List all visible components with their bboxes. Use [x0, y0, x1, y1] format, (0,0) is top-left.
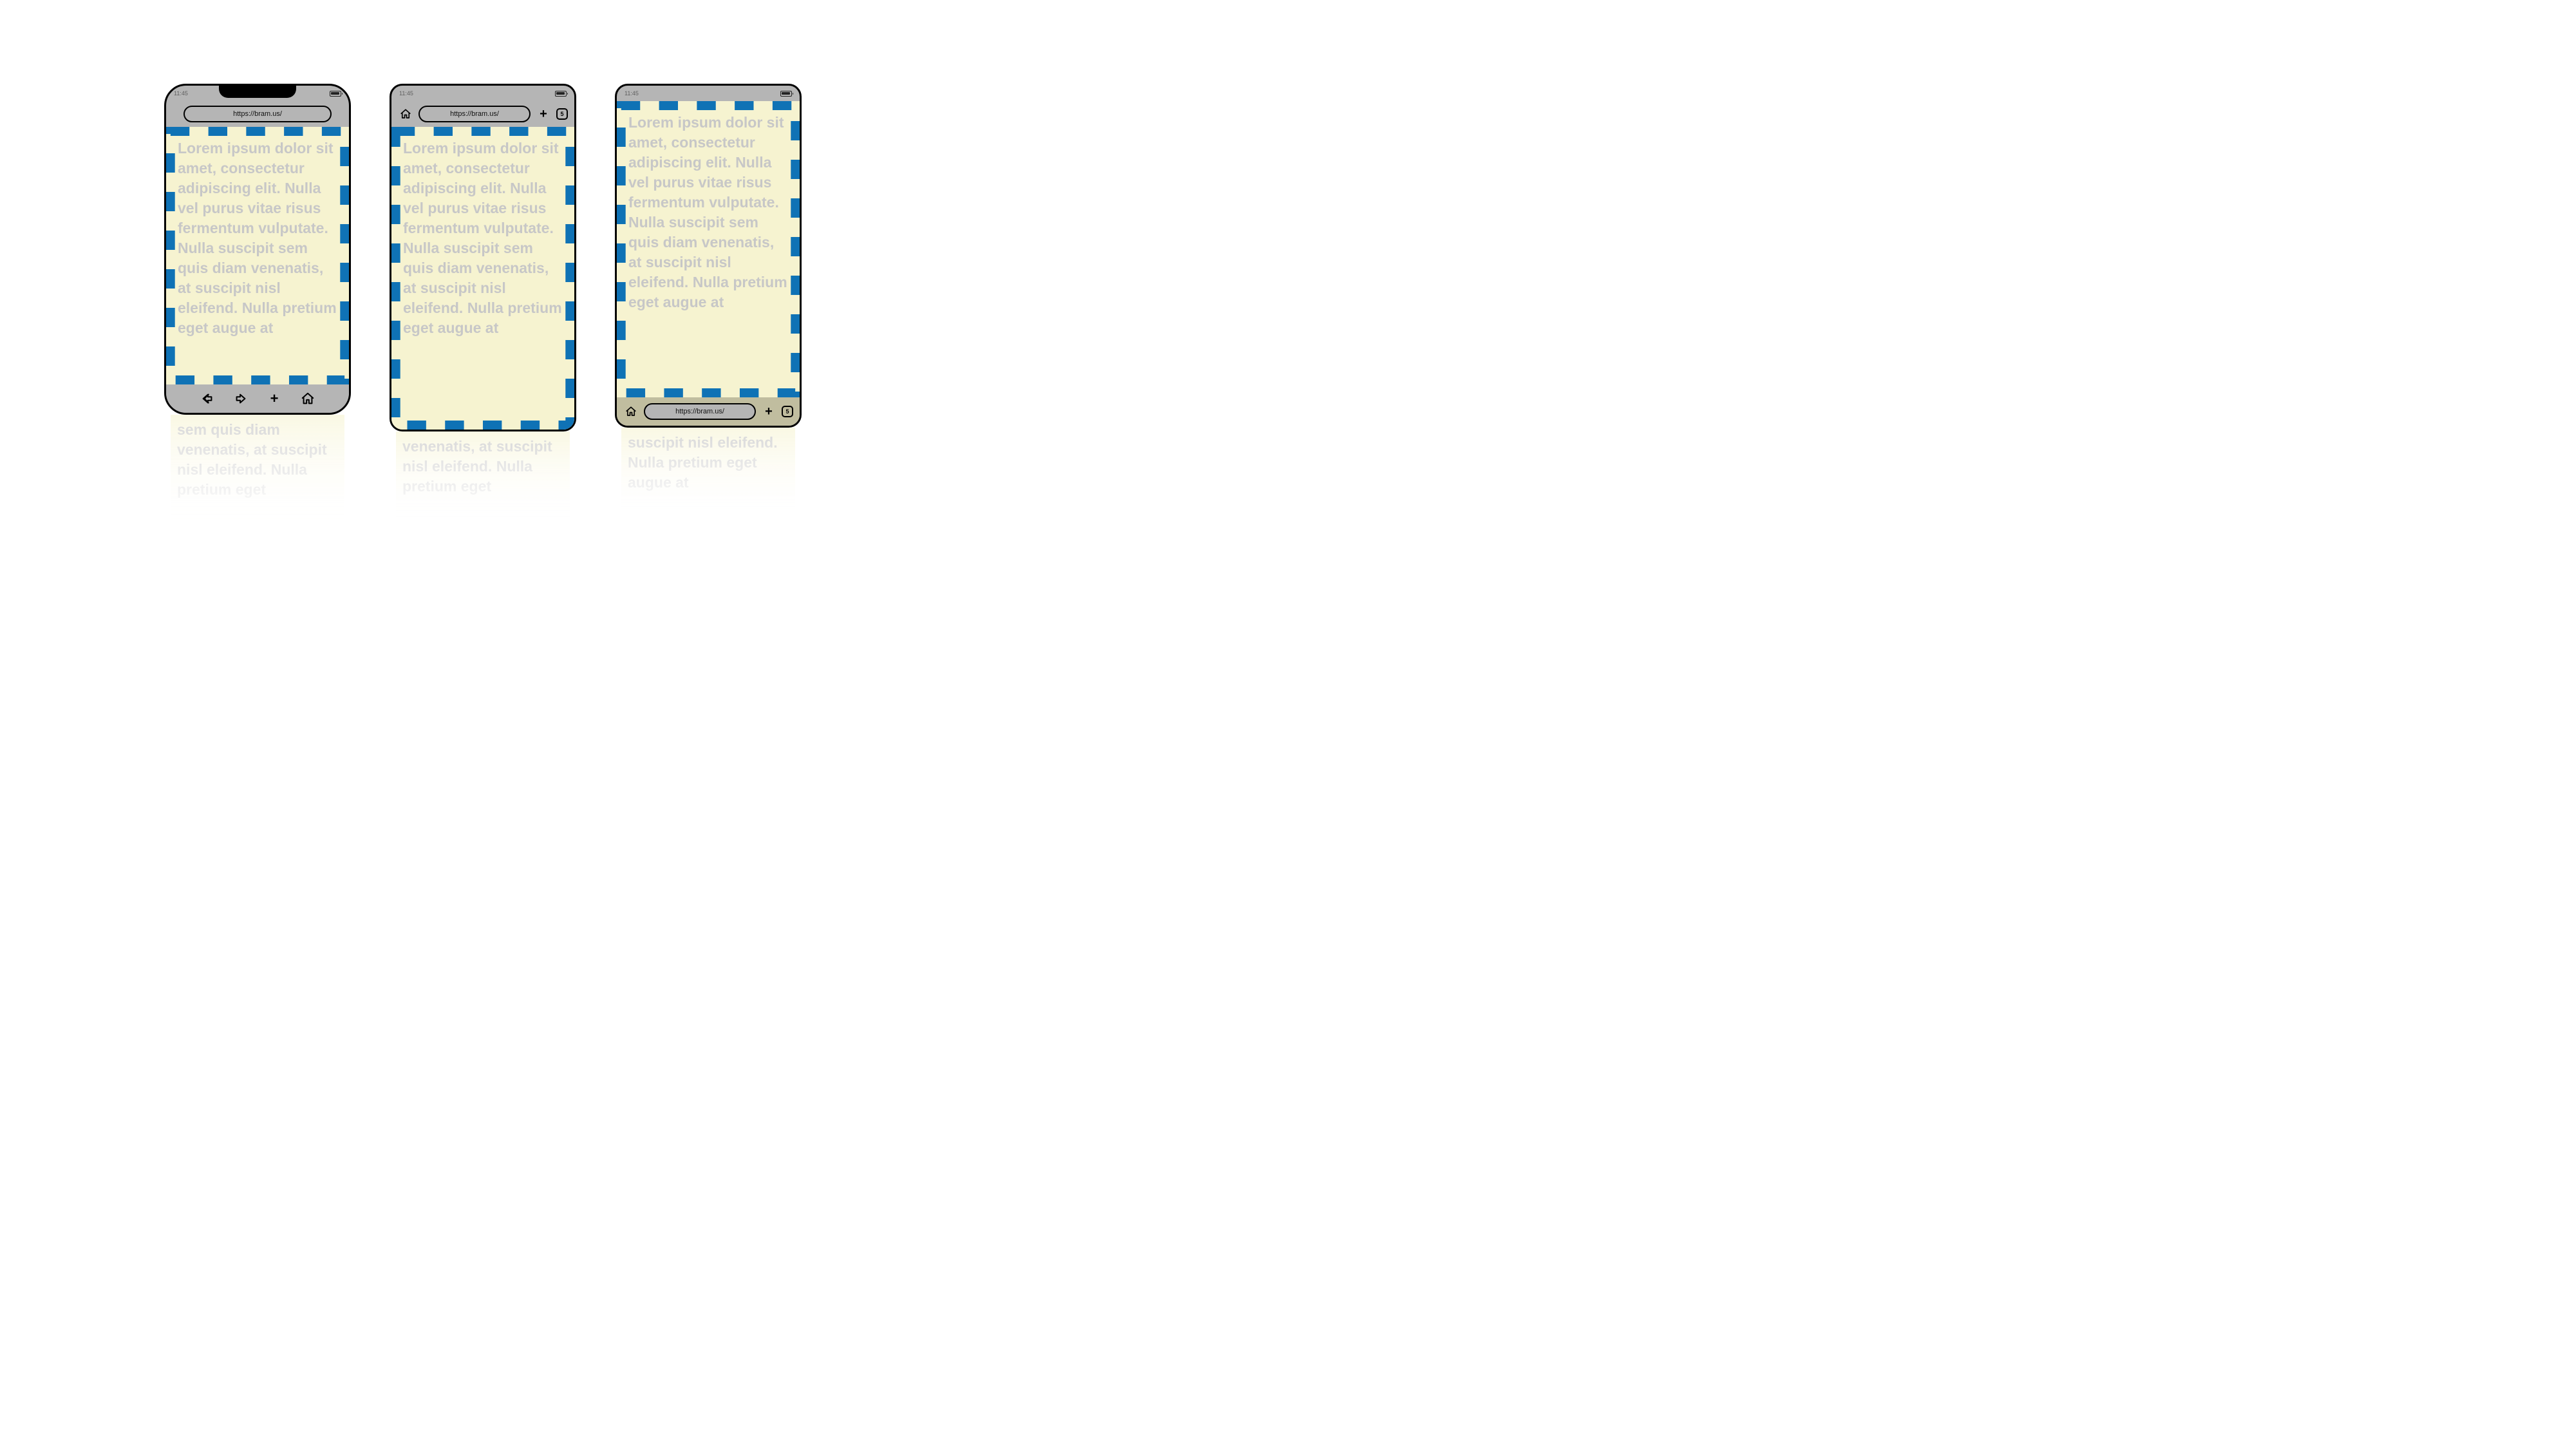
- device-notch: [219, 84, 296, 98]
- phone-mockup-a: 11:45 https://bram.us/ Lorem ipsum dolor…: [164, 84, 351, 415]
- browser-viewport: Lorem ipsum dolor sit amet, consectetur …: [391, 127, 574, 430]
- plus-icon: +: [540, 108, 547, 120]
- new-tab-button[interactable]: +: [536, 106, 551, 122]
- overflow-reflection: suscipit nisl eleifend. Nulla pretium eg…: [621, 428, 795, 518]
- home-button[interactable]: [398, 106, 413, 122]
- home-button[interactable]: [623, 404, 639, 419]
- address-bar[interactable]: https://bram.us/: [183, 106, 332, 122]
- battery-icon: [555, 91, 567, 97]
- overflow-text: sem quis diam venenatis, at suscipit nis…: [177, 420, 338, 500]
- browser-viewport: Lorem ipsum dolor sit amet, consectetur …: [617, 101, 800, 397]
- tabs-button[interactable]: 5: [782, 406, 793, 417]
- browser-bottom-toolbar: https://bram.us/ + 5: [617, 397, 800, 426]
- plus-icon: +: [765, 405, 773, 418]
- url-text: https://bram.us/: [450, 110, 499, 118]
- url-text: https://bram.us/: [675, 408, 724, 415]
- phone-mockup-c: 11:45 Lorem ipsum dolor sit amet, consec…: [615, 84, 802, 428]
- home-button[interactable]: [300, 391, 315, 406]
- plus-icon: +: [270, 392, 279, 406]
- tabs-count: 5: [785, 408, 789, 415]
- back-button[interactable]: [200, 391, 215, 406]
- diagram-stage: 11:45 https://bram.us/ Lorem ipsum dolor…: [0, 0, 966, 431]
- overflow-reflection: venenatis, at suscipit nisl eleifend. Nu…: [396, 431, 570, 522]
- browser-top-toolbar: https://bram.us/ + 5: [391, 101, 574, 127]
- forward-button[interactable]: [233, 391, 249, 406]
- url-text: https://bram.us/: [233, 110, 282, 118]
- home-icon: [400, 108, 411, 120]
- home-icon: [301, 392, 315, 406]
- phone-mockup-b: 11:45 https://bram.us/ + 5: [390, 84, 576, 431]
- arrow-right-icon: [234, 392, 248, 406]
- new-tab-button[interactable]: +: [267, 391, 282, 406]
- status-time: 11:45: [174, 90, 188, 97]
- battery-icon: [330, 91, 341, 97]
- address-bar[interactable]: https://bram.us/: [644, 403, 756, 420]
- browser-top-toolbar: https://bram.us/: [166, 101, 349, 127]
- overflow-text: suscipit nisl eleifend. Nulla pretium eg…: [628, 433, 789, 493]
- address-bar[interactable]: https://bram.us/: [418, 106, 531, 122]
- status-time: 11:45: [625, 90, 639, 97]
- page-body-text: Lorem ipsum dolor sit amet, consectetur …: [391, 127, 574, 338]
- page-body-text: Lorem ipsum dolor sit amet, consectetur …: [617, 101, 800, 312]
- overflow-text: venenatis, at suscipit nisl eleifend. Nu…: [402, 437, 563, 497]
- status-bar: 11:45: [617, 86, 800, 101]
- browser-viewport: Lorem ipsum dolor sit amet, consectetur …: [166, 127, 349, 384]
- tabs-count: 5: [560, 111, 563, 117]
- status-time: 11:45: [399, 90, 413, 97]
- home-icon: [625, 406, 637, 417]
- battery-icon: [780, 91, 792, 97]
- tabs-button[interactable]: 5: [556, 108, 568, 120]
- arrow-left-icon: [200, 392, 214, 406]
- new-tab-button[interactable]: +: [761, 404, 776, 419]
- overflow-reflection: sem quis diam venenatis, at suscipit nis…: [171, 415, 344, 526]
- status-bar: 11:45: [391, 86, 574, 101]
- browser-bottom-toolbar: +: [166, 384, 349, 413]
- page-body-text: Lorem ipsum dolor sit amet, consectetur …: [166, 127, 349, 338]
